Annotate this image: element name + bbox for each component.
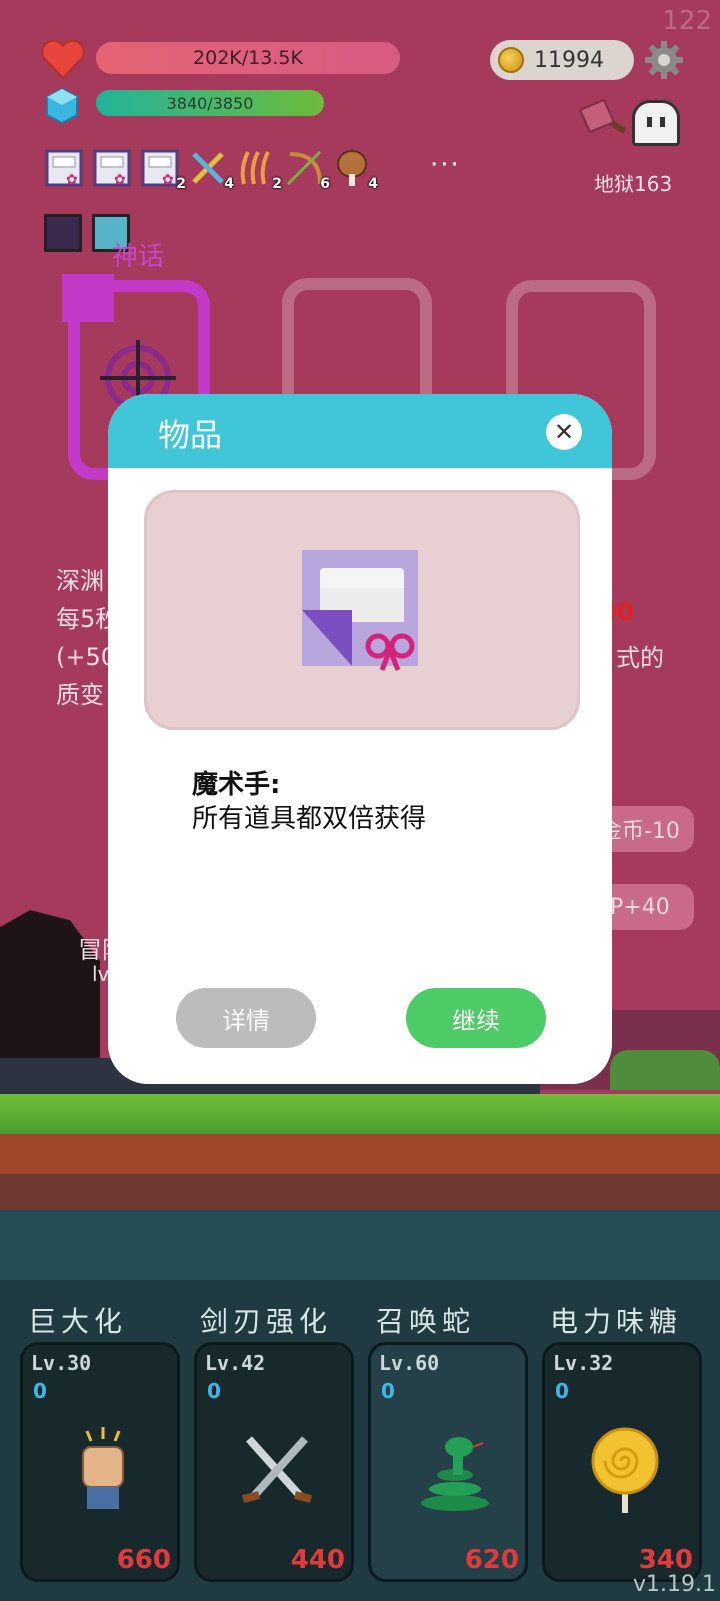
grass-layer	[0, 1094, 720, 1134]
modal-header: 物品 ✕	[108, 394, 612, 468]
snake-icon	[421, 1437, 489, 1511]
skill-card-candy[interactable]: Lv.32 0 340	[542, 1342, 702, 1582]
inventory-row: ✿ ✿ ✿ 2 4 2 6 4	[44, 148, 378, 192]
myth-label: 神话	[112, 242, 165, 272]
svg-text:✿: ✿	[66, 172, 78, 188]
skill-cost: 340	[638, 1545, 693, 1575]
skill-title-2: 剑刃强化	[200, 1305, 333, 1338]
version-label: v1.19.1	[633, 1572, 716, 1597]
skill-card-giant[interactable]: Lv.30 0 660	[20, 1342, 180, 1582]
claw-marks-icon[interactable]: 2	[236, 148, 282, 192]
heart-icon	[41, 39, 85, 80]
experience-bar: 3840/3850	[96, 90, 324, 116]
bush	[610, 1050, 720, 1090]
svg-text:✿: ✿	[114, 172, 126, 188]
skill-level: Lv.30	[31, 1351, 92, 1375]
skill-level: Lv.60	[379, 1351, 440, 1375]
skill-title-3: 召唤蛇	[376, 1305, 476, 1338]
fps-counter: 122	[662, 6, 712, 36]
skill-counter: 0	[381, 1379, 395, 1403]
crossed-tools-icon[interactable]: 4	[188, 148, 234, 192]
item-modal: 物品 ✕ 魔术手: 所有道具都双倍获得 详情 继续	[108, 394, 612, 1084]
skill-counter: 0	[33, 1379, 47, 1403]
skill-level: Lv.32	[553, 1351, 614, 1375]
adventurer-level: lv	[92, 962, 110, 986]
fist-icon	[82, 1427, 124, 1509]
skill-counter: 0	[555, 1379, 569, 1403]
item-name: 魔术手:	[192, 770, 281, 800]
cleaver-icon	[578, 98, 627, 134]
experience-text: 3840/3850	[166, 93, 254, 113]
svg-text:✿: ✿	[162, 172, 174, 188]
magic-hand-scroll-icon	[302, 550, 418, 671]
close-button[interactable]: ✕	[546, 414, 582, 450]
health-bar: 202K/13.5K	[96, 42, 400, 74]
stage-label: 地狱163	[594, 172, 673, 196]
meat-leg-icon[interactable]: 4	[332, 148, 378, 192]
crossed-swords-icon	[242, 1436, 312, 1503]
skill-cost: 660	[116, 1545, 171, 1575]
magic-hand-scroll-icon[interactable]: ✿ 2	[140, 148, 186, 192]
item-description: 所有道具都双倍获得	[192, 804, 427, 834]
dirt-layer	[0, 1134, 720, 1174]
gear-icon[interactable]	[644, 40, 684, 80]
ghost-icon[interactable]	[632, 100, 680, 146]
skill-card-blade[interactable]: Lv.42 0 440	[194, 1342, 354, 1582]
dirt-layer-deep	[0, 1174, 720, 1210]
bow-arrow-icon[interactable]: 6	[284, 148, 330, 192]
skill-cost: 440	[290, 1545, 345, 1575]
card-description-right: 式的	[616, 644, 664, 672]
hp-bonus-pill[interactable]: P+40	[600, 884, 694, 930]
lollipop-icon	[591, 1427, 659, 1513]
continue-button[interactable]: 继续	[406, 988, 546, 1048]
health-text: 202K/13.5K	[193, 47, 303, 69]
item-preview	[144, 490, 580, 730]
skill-title-1: 巨大化	[28, 1305, 128, 1338]
gem-icon	[46, 88, 78, 124]
modal-title: 物品	[158, 416, 223, 454]
skill-cost: 620	[464, 1545, 519, 1575]
details-button[interactable]: 详情	[176, 988, 316, 1048]
coin-amount: 11994	[534, 47, 604, 73]
skill-title-4: 电力味糖	[550, 1305, 683, 1338]
magic-hand-scroll-icon[interactable]: ✿	[44, 148, 84, 188]
close-icon: ✕	[553, 418, 575, 446]
demon-face-icon[interactable]	[44, 214, 82, 252]
skill-level: Lv.42	[205, 1351, 266, 1375]
water-layer	[0, 1210, 720, 1280]
coin-counter[interactable]: 11994	[490, 40, 634, 80]
skill-counter: 0	[207, 1379, 221, 1403]
coin-icon	[498, 47, 524, 73]
skill-card-snake[interactable]: Lv.60 0 620	[368, 1342, 528, 1582]
more-items-button[interactable]: ···	[430, 150, 461, 180]
magic-hand-scroll-icon[interactable]: ✿	[92, 148, 132, 188]
